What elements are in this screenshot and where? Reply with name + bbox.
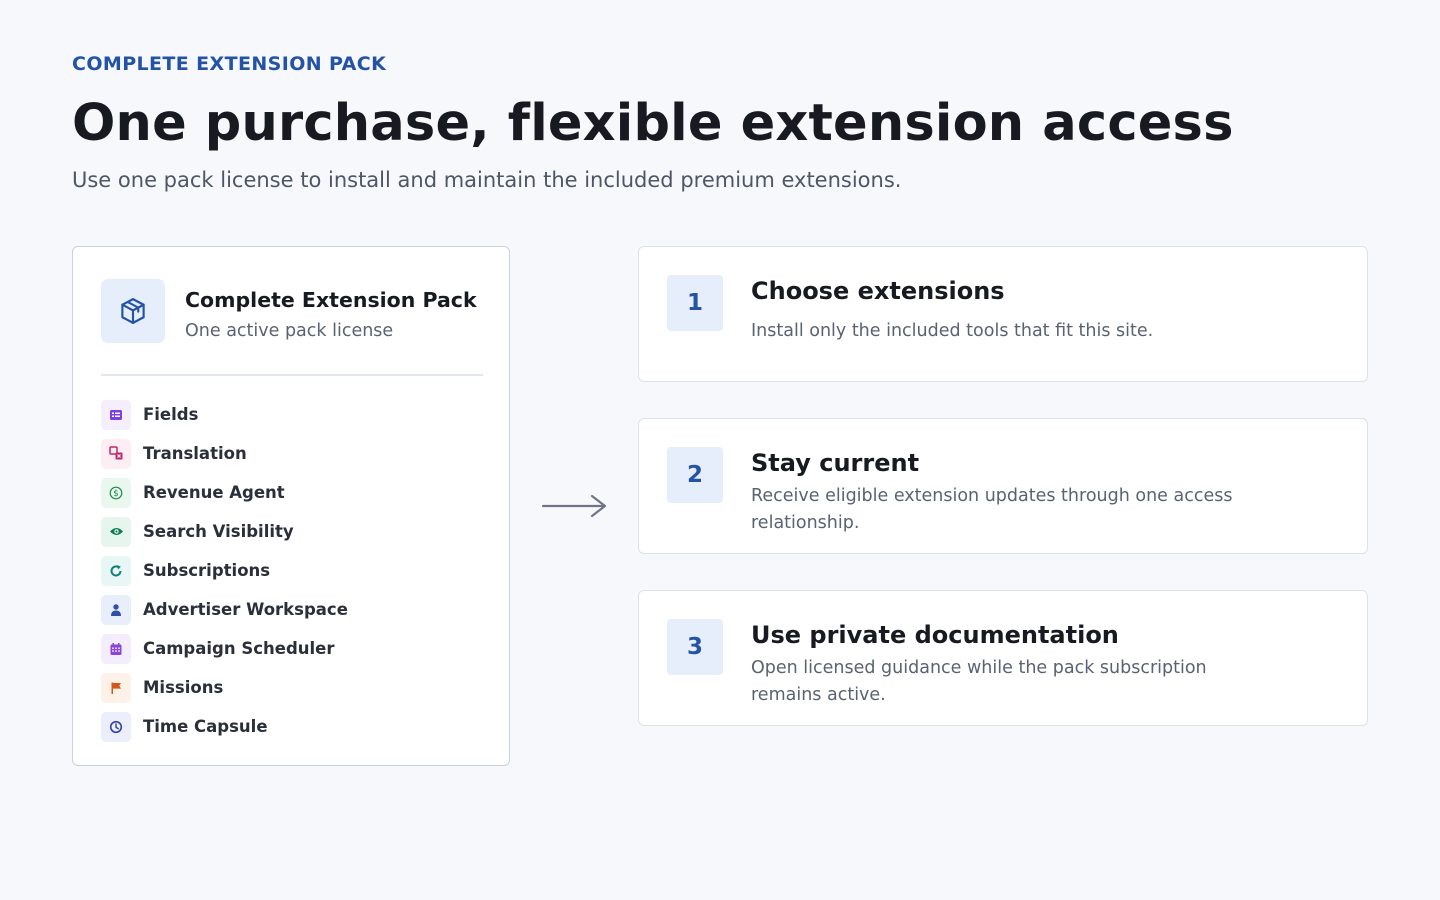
clock-icon bbox=[101, 711, 131, 742]
extension-item-search-visibility: Search Visibility bbox=[101, 512, 348, 551]
step-description: Open licensed guidance while the pack su… bbox=[751, 658, 1207, 705]
flag-icon bbox=[101, 672, 131, 703]
extension-list: Fields Translation $ Revenue Agent Searc… bbox=[101, 395, 348, 746]
extension-label: Revenue Agent bbox=[143, 483, 285, 502]
calendar-icon bbox=[101, 633, 131, 664]
form-fields-icon bbox=[101, 399, 131, 430]
extension-label: Fields bbox=[143, 405, 199, 424]
package-icon bbox=[101, 279, 165, 343]
step-card-3: 3 Use private documentation Open license… bbox=[638, 590, 1368, 726]
extension-label: Search Visibility bbox=[143, 522, 294, 541]
divider bbox=[101, 374, 483, 376]
translate-icon bbox=[101, 438, 131, 469]
extension-item-campaign-scheduler: Campaign Scheduler bbox=[101, 629, 348, 668]
extension-item-revenue-agent: $ Revenue Agent bbox=[101, 473, 348, 512]
step-card-1: 1 Choose extensions Install only the inc… bbox=[638, 246, 1368, 382]
step-number-badge: 2 bbox=[667, 447, 723, 503]
step-title: Use private documentation bbox=[751, 621, 1119, 649]
extension-item-translation: Translation bbox=[101, 434, 348, 473]
refresh-icon bbox=[101, 555, 131, 586]
step-description: Receive eligible extension updates throu… bbox=[751, 486, 1233, 533]
extension-item-time-capsule: Time Capsule bbox=[101, 707, 348, 746]
dollar-icon: $ bbox=[101, 477, 131, 508]
arrow-right-icon bbox=[540, 490, 610, 526]
extension-item-advertiser-workspace: Advertiser Workspace bbox=[101, 590, 348, 629]
step-description: Install only the included tools that fit… bbox=[751, 321, 1154, 341]
extension-label: Advertiser Workspace bbox=[143, 600, 348, 619]
pack-subtitle: One active pack license bbox=[185, 321, 394, 341]
step-number-badge: 1 bbox=[667, 275, 723, 331]
eye-icon bbox=[101, 516, 131, 547]
step-title: Choose extensions bbox=[751, 277, 1005, 305]
pack-card: Complete Extension Pack One active pack … bbox=[72, 246, 510, 766]
step-card-2: 2 Stay current Receive eligible extensio… bbox=[638, 418, 1368, 554]
svg-text:$: $ bbox=[113, 489, 118, 499]
extension-label: Subscriptions bbox=[143, 561, 271, 580]
step-title: Stay current bbox=[751, 449, 920, 477]
extension-item-subscriptions: Subscriptions bbox=[101, 551, 348, 590]
extension-item-fields: Fields bbox=[101, 395, 348, 434]
page-subtitle: Use one pack license to install and main… bbox=[72, 168, 902, 192]
user-icon bbox=[101, 594, 131, 625]
page-title: One purchase, flexible extension access bbox=[72, 94, 1234, 153]
extension-item-missions: Missions bbox=[101, 668, 348, 707]
extension-label: Campaign Scheduler bbox=[143, 639, 335, 658]
pack-title: Complete Extension Pack bbox=[185, 288, 477, 312]
extension-label: Translation bbox=[143, 444, 247, 463]
eyebrow-label: COMPLETE EXTENSION PACK bbox=[72, 53, 387, 75]
step-number-badge: 3 bbox=[667, 619, 723, 675]
extension-label: Missions bbox=[143, 678, 224, 697]
extension-label: Time Capsule bbox=[143, 717, 268, 736]
